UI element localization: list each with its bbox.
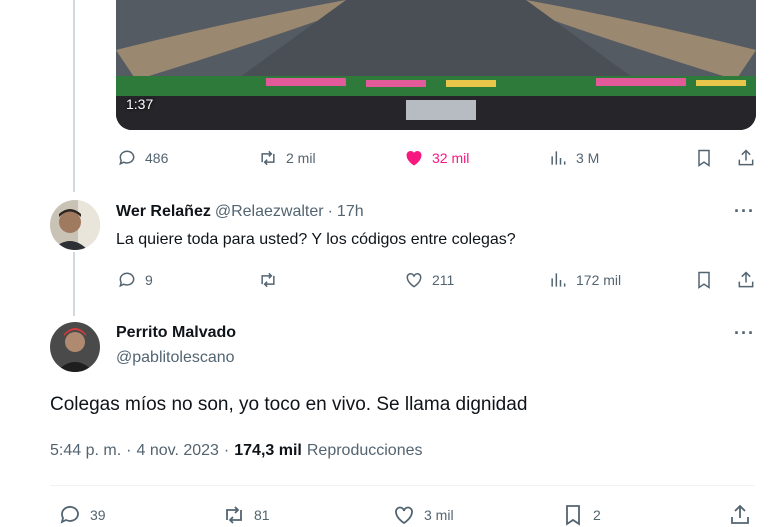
author-name[interactable]: Perrito Malvado xyxy=(116,324,236,342)
author-handle[interactable]: @Relaezwalter xyxy=(215,203,324,221)
thread-line xyxy=(73,252,75,316)
views-button[interactable]: 172 mil xyxy=(548,270,621,290)
separator: · xyxy=(327,203,333,220)
like-button[interactable]: 32 mil xyxy=(404,148,469,168)
video-frame xyxy=(116,0,756,130)
bookmark-icon xyxy=(698,271,710,289)
like-button[interactable]: 3 mil xyxy=(392,503,454,527)
reply-icon xyxy=(119,150,135,166)
bookmark-button[interactable] xyxy=(694,270,714,290)
views-count: 172 mil xyxy=(576,272,622,288)
reply-button[interactable]: 486 xyxy=(117,148,168,168)
reply-count: 39 xyxy=(90,507,106,523)
retweet-button[interactable]: 2 mil xyxy=(258,148,316,168)
more-options-button[interactable]: ··· xyxy=(734,323,755,344)
heart-icon xyxy=(406,272,422,288)
reply-count: 486 xyxy=(145,150,169,166)
author-handle[interactable]: @pablitolescano xyxy=(116,349,235,367)
views-count: 3 M xyxy=(576,150,600,166)
separator: · xyxy=(126,442,132,459)
post-time[interactable]: 17h xyxy=(337,203,364,221)
share-icon xyxy=(731,504,749,524)
like-count: 211 xyxy=(432,272,455,288)
video-duration: 1:37 xyxy=(126,96,154,112)
avatar-image xyxy=(50,322,100,372)
more-options-button[interactable]: ··· xyxy=(734,201,755,222)
like-button[interactable]: 211 xyxy=(404,270,454,290)
bookmark-icon xyxy=(566,505,580,526)
reply-button[interactable]: 9 xyxy=(117,270,153,290)
share-button[interactable] xyxy=(736,148,756,168)
thread-line xyxy=(73,0,75,192)
views-icon xyxy=(551,151,566,165)
share-button[interactable] xyxy=(728,503,752,527)
tweet-meta: 5:44 p. m. · 4 nov. 2023 · 174,3 mil Rep… xyxy=(50,442,422,460)
like-count: 32 mil xyxy=(432,150,470,166)
retweet-button[interactable]: 81 xyxy=(222,503,270,527)
reply-text: La quiere toda para usted? Y los códigos… xyxy=(116,231,516,248)
post-date[interactable]: 4 nov. 2023 xyxy=(136,442,218,460)
views-button[interactable]: 3 M xyxy=(548,148,599,168)
divider xyxy=(50,485,755,486)
avatar[interactable] xyxy=(50,200,100,250)
retweet-icon xyxy=(261,150,275,166)
heart-icon xyxy=(395,506,413,525)
separator: · xyxy=(223,442,230,459)
reply-count: 9 xyxy=(145,272,153,288)
views-count: 174,3 mil xyxy=(234,442,302,459)
reply-icon xyxy=(60,506,79,524)
post-time[interactable]: 5:44 p. m. xyxy=(50,442,121,460)
share-icon xyxy=(738,149,754,166)
heart-filled-icon xyxy=(406,150,422,166)
views-icon xyxy=(551,273,566,287)
like-count: 3 mil xyxy=(424,507,454,523)
retweet-button[interactable] xyxy=(258,270,286,290)
retweet-count: 81 xyxy=(254,507,270,523)
views-label[interactable]: Reproducciones xyxy=(307,442,423,460)
retweet-icon xyxy=(261,272,275,288)
reply-button[interactable]: 39 xyxy=(58,503,106,527)
share-button[interactable] xyxy=(736,270,756,290)
reply-icon xyxy=(119,272,135,288)
bookmark-icon xyxy=(698,149,710,167)
bookmark-button[interactable] xyxy=(694,148,714,168)
author-name[interactable]: Wer Relañez xyxy=(116,203,211,221)
avatar[interactable] xyxy=(50,322,100,372)
retweet-icon xyxy=(226,506,242,524)
share-icon xyxy=(738,271,754,288)
avatar-image xyxy=(50,200,100,250)
reply-header: Wer Relañez @Relaezwalter · 17h xyxy=(116,203,364,221)
retweet-count: 2 mil xyxy=(286,150,316,166)
video-player[interactable]: 1:37 xyxy=(116,0,756,130)
tweet-text: Colegas míos no son, yo toco en vivo. Se… xyxy=(50,394,528,415)
bookmark-count: 2 xyxy=(593,507,601,523)
bookmark-button[interactable]: 2 xyxy=(561,503,601,527)
